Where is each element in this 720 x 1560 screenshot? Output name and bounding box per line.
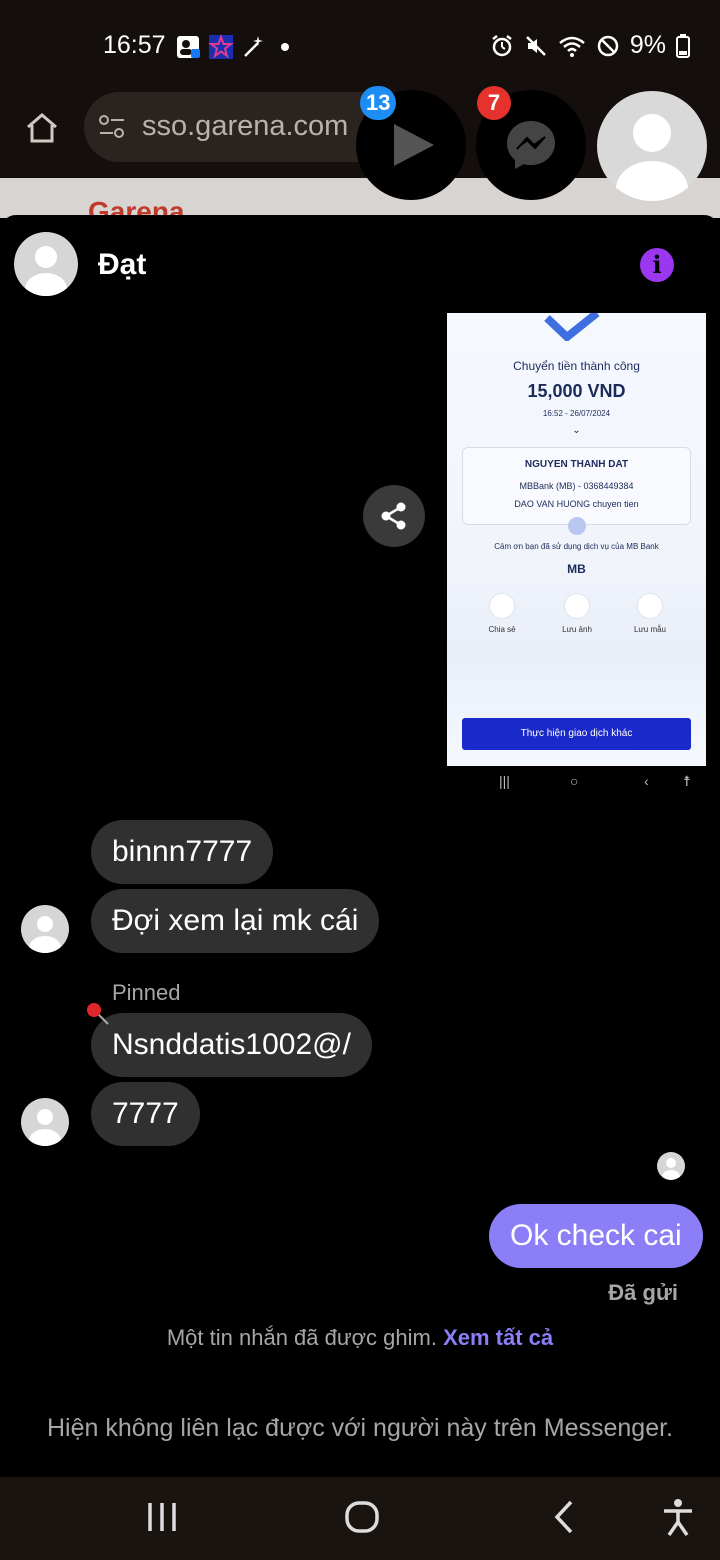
receipt-image[interactable]: Chuyển tiền thành công 15,000 VND 16:52 … xyxy=(447,313,706,766)
document-icon xyxy=(637,593,663,619)
message-bubble[interactable]: 7777 xyxy=(91,1082,200,1146)
view-all-link[interactable]: Xem tất cả xyxy=(443,1325,553,1350)
accessibility-icon[interactable] xyxy=(658,1497,698,1537)
avatar-icon xyxy=(616,114,688,201)
sender-avatar[interactable] xyxy=(21,1098,69,1146)
alarm-icon xyxy=(492,34,512,56)
system-nav-bar xyxy=(0,1477,720,1560)
double-chevron-icon: ⌄ xyxy=(572,425,581,436)
mute-icon xyxy=(525,35,546,56)
check-logo-icon xyxy=(544,313,600,341)
receipt-thanks: Cảm ơn bạn đã sử dụng dịch vụ của MB Ban… xyxy=(494,542,659,551)
sender-avatar[interactable] xyxy=(21,905,69,953)
status-time: 16:57 xyxy=(103,31,166,59)
avatar-icon xyxy=(662,1158,680,1180)
url-text: sso.garena.com xyxy=(142,110,349,142)
info-button[interactable]: i xyxy=(640,248,674,282)
site-settings-icon xyxy=(99,115,124,138)
wifi-icon xyxy=(559,36,585,57)
messenger-badge: 7 xyxy=(477,86,511,120)
contact-name[interactable]: Đạt xyxy=(98,248,146,282)
camera-icon xyxy=(564,593,590,619)
share-icon xyxy=(381,502,406,530)
play-icon xyxy=(394,124,434,166)
mb-bank-icon xyxy=(208,34,234,59)
mb-logo: MB xyxy=(567,562,586,576)
home-icon[interactable] xyxy=(24,110,60,146)
receipt-action-save-image: Lưu ảnh xyxy=(537,593,617,634)
back-icon: ‹ xyxy=(644,773,649,789)
avatar-icon xyxy=(29,1109,61,1146)
seen-avatar xyxy=(657,1152,685,1180)
info-icon: i xyxy=(652,250,662,279)
pin-notice: Một tin nhắn đã được ghim. Xem tất cả xyxy=(0,1325,720,1351)
expand-icon xyxy=(568,517,586,535)
receipt-action-share: Chia sẻ xyxy=(462,593,542,634)
share-button[interactable] xyxy=(363,485,425,547)
transfer-note: DAO VAN HUONG chuyen tien xyxy=(514,499,639,509)
avatar-icon xyxy=(29,916,61,953)
pinned-message-bubble[interactable]: Nsnddatis1002@/ xyxy=(91,1013,372,1077)
contact-chat-head[interactable] xyxy=(597,91,707,201)
recents-icon[interactable] xyxy=(142,1497,182,1537)
recipient-bank: MBBank (MB) - 0368449384 xyxy=(519,481,634,491)
video-badge: 13 xyxy=(360,86,397,120)
recents-icon: ||| xyxy=(499,773,510,789)
status-bar: 16:57 9% xyxy=(0,0,720,92)
recipient-name: NGUYEN THANH DAT xyxy=(524,459,629,470)
back-icon[interactable] xyxy=(545,1497,585,1537)
avatar-icon xyxy=(25,246,67,296)
receipt-datetime: 16:52 - 26/07/2024 xyxy=(542,409,611,418)
accessibility-icon: ☨ xyxy=(683,773,691,789)
home-button-icon[interactable] xyxy=(342,1497,382,1537)
receipt-nav-bar: ||| ○ ‹ ☨ xyxy=(447,766,706,800)
receipt-cta: Thực hiện giao dịch khác xyxy=(462,718,691,750)
battery-percent: 9% xyxy=(629,31,666,59)
message-bubble[interactable]: binnn7777 xyxy=(91,820,274,884)
pushpin-icon xyxy=(87,1003,109,1025)
sent-status: Đã gửi xyxy=(608,1280,678,1305)
status-icons: 9% xyxy=(490,31,690,60)
pin-notice-text: Một tin nhắn đã được ghim. xyxy=(166,1325,437,1350)
messenger-icon xyxy=(507,121,555,169)
home-circle-icon: ○ xyxy=(570,773,579,789)
share-icon xyxy=(489,593,515,619)
battery-icon xyxy=(676,33,690,58)
receipt-title: Chuyển tiền thành công xyxy=(513,359,640,373)
pinned-label: Pinned xyxy=(112,980,181,1005)
receipt-action-save-template: Lưu mẫu xyxy=(610,593,690,634)
sent-message-bubble[interactable]: Ok check cai xyxy=(489,1204,703,1268)
message-bubble[interactable]: Đợi xem lại mk cái xyxy=(91,889,380,953)
contact-avatar[interactable] xyxy=(14,232,78,296)
unavailable-notice: Hiện không liên lạc được với người này t… xyxy=(46,1414,673,1442)
dot-icon xyxy=(281,43,289,51)
contact-icon xyxy=(177,36,200,58)
do-not-disturb-icon xyxy=(597,35,619,56)
receipt-amount: 15,000 VND xyxy=(527,381,626,401)
magic-wand-icon xyxy=(244,36,263,57)
